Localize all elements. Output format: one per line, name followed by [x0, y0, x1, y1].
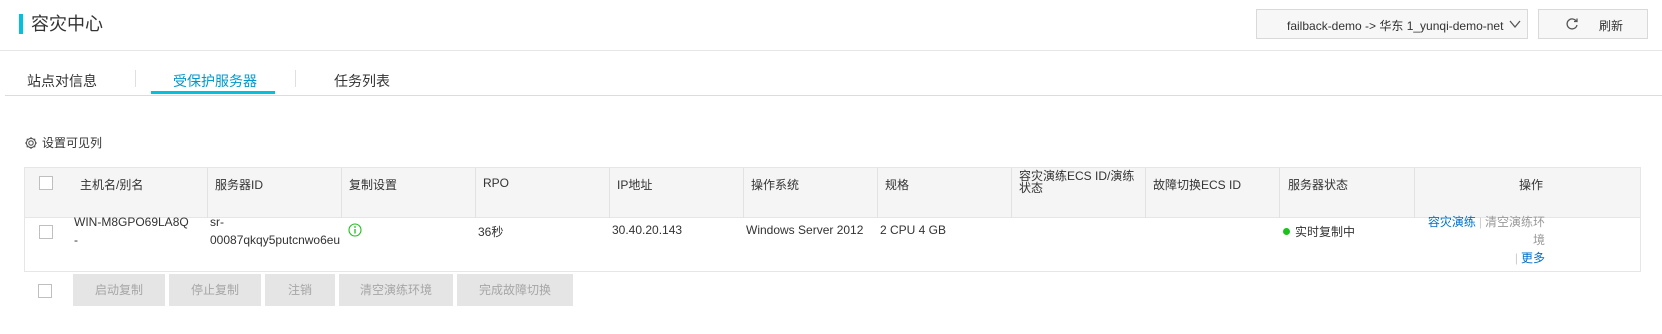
- site-pair-select-value: failback-demo -> 华东 1_yunqi-demo-net: [1287, 19, 1504, 33]
- col-header-spec[interactable]: 规格: [885, 176, 909, 193]
- column-divider: [609, 168, 610, 219]
- server-id-line2: 00087qkqy5putcnwo6eu: [210, 233, 341, 247]
- hostname-text: WIN-M8GPO69LA8Q: [74, 215, 189, 229]
- tab-protected-servers[interactable]: 受保护服务器: [173, 71, 257, 91]
- tab-divider: [135, 70, 136, 87]
- disaster-drill-link[interactable]: 容灾演练: [1428, 215, 1476, 229]
- active-tab-indicator: [151, 91, 275, 94]
- bulk-action-bar: 启动复制 停止复制 注销 清空演练环境 完成故障切换: [24, 274, 664, 326]
- col-header-drill-ecs[interactable]: 容灾演练ECS ID/演练状态: [1019, 170, 1135, 194]
- column-divider: [475, 168, 476, 219]
- col-header-server-id[interactable]: 服务器ID: [215, 176, 263, 193]
- col-header-replication-settings[interactable]: 复制设置: [349, 176, 397, 193]
- refresh-button[interactable]: 刷新: [1538, 9, 1648, 39]
- select-all-checkbox[interactable]: [39, 176, 53, 190]
- site-pair-select[interactable]: failback-demo -> 华东 1_yunqi-demo-net: [1256, 9, 1528, 39]
- set-visible-columns-label: 设置可见列: [42, 136, 103, 150]
- cell-spec: 2 CPU 4 GB: [880, 223, 947, 237]
- column-divider: [1279, 168, 1280, 219]
- col-header-hostname[interactable]: 主机名/别名: [80, 176, 143, 193]
- column-divider: [877, 168, 878, 219]
- ops-separator: |: [1478, 215, 1482, 229]
- set-visible-columns-button[interactable]: 设置可见列: [24, 134, 102, 151]
- col-header-ip[interactable]: IP地址: [617, 176, 652, 193]
- status-dot: [1283, 228, 1290, 235]
- col-header-operations: 操作: [1519, 178, 1544, 192]
- title-accent-bar: [19, 14, 23, 34]
- cell-os: Windows Server 2012: [746, 223, 864, 237]
- complete-failover-button[interactable]: 完成故障切换: [457, 274, 573, 306]
- cell-ip: 30.40.20.143: [612, 223, 683, 237]
- deregister-button[interactable]: 注销: [265, 274, 335, 306]
- ops-separator: |: [1514, 251, 1518, 265]
- info-icon[interactable]: [348, 223, 362, 237]
- tab-divider: [295, 70, 296, 87]
- chevron-down-icon: [1509, 20, 1521, 29]
- more-link[interactable]: 更多: [1521, 251, 1545, 265]
- bulk-select-checkbox[interactable]: [38, 284, 52, 298]
- table-header: 主机名/别名 服务器ID 复制设置 RPO IP地址 操作系统 规格 容灾演练E…: [24, 167, 1641, 219]
- cell-rpo: 36秒: [478, 225, 504, 239]
- cell-replication-settings: [348, 223, 362, 240]
- col-header-server-status[interactable]: 服务器状态: [1288, 176, 1348, 193]
- stop-replication-button[interactable]: 停止复制: [169, 274, 261, 306]
- column-divider: [743, 168, 744, 219]
- col-header-os[interactable]: 操作系统: [751, 176, 799, 193]
- server-id-line1: sr-: [210, 215, 224, 229]
- tab-site-pair-info[interactable]: 站点对信息: [27, 71, 97, 91]
- tab-task-list[interactable]: 任务列表: [334, 71, 390, 91]
- column-divider: [341, 168, 342, 219]
- status-text: 实时复制中: [1295, 225, 1356, 239]
- row-checkbox[interactable]: [39, 225, 53, 239]
- column-divider: [1414, 168, 1415, 219]
- page-header: 容灾中心 failback-demo -> 华东 1_yunqi-demo-ne…: [0, 0, 1662, 51]
- col-header-failover-ecs[interactable]: 故障切换ECS ID: [1153, 176, 1241, 193]
- cell-operations: 容灾演练 | 清空演练环境 | 更多: [1423, 213, 1545, 267]
- column-divider: [207, 168, 208, 219]
- cell-server-id: sr- 00087qkqy5putcnwo6eu: [210, 213, 340, 249]
- table-row: WIN-M8GPO69LA8Q - sr- 00087qkqy5putcnwo6…: [24, 215, 1641, 272]
- cell-hostname: WIN-M8GPO69LA8Q -: [74, 213, 189, 249]
- cell-server-status: 实时复制中: [1283, 223, 1355, 240]
- refresh-label: 刷新: [1599, 19, 1624, 33]
- col-header-rpo[interactable]: RPO: [483, 176, 509, 190]
- clear-drill-env-link[interactable]: 清空演练环境: [1485, 215, 1545, 247]
- start-replication-button[interactable]: 启动复制: [73, 274, 165, 306]
- refresh-icon: [1566, 18, 1578, 30]
- clear-drill-env-button[interactable]: 清空演练环境: [339, 274, 453, 306]
- page-title: 容灾中心: [31, 14, 103, 34]
- gear-icon: [25, 137, 37, 149]
- column-divider: [1011, 168, 1012, 219]
- column-divider: [1145, 168, 1146, 219]
- alias-text: -: [74, 233, 78, 247]
